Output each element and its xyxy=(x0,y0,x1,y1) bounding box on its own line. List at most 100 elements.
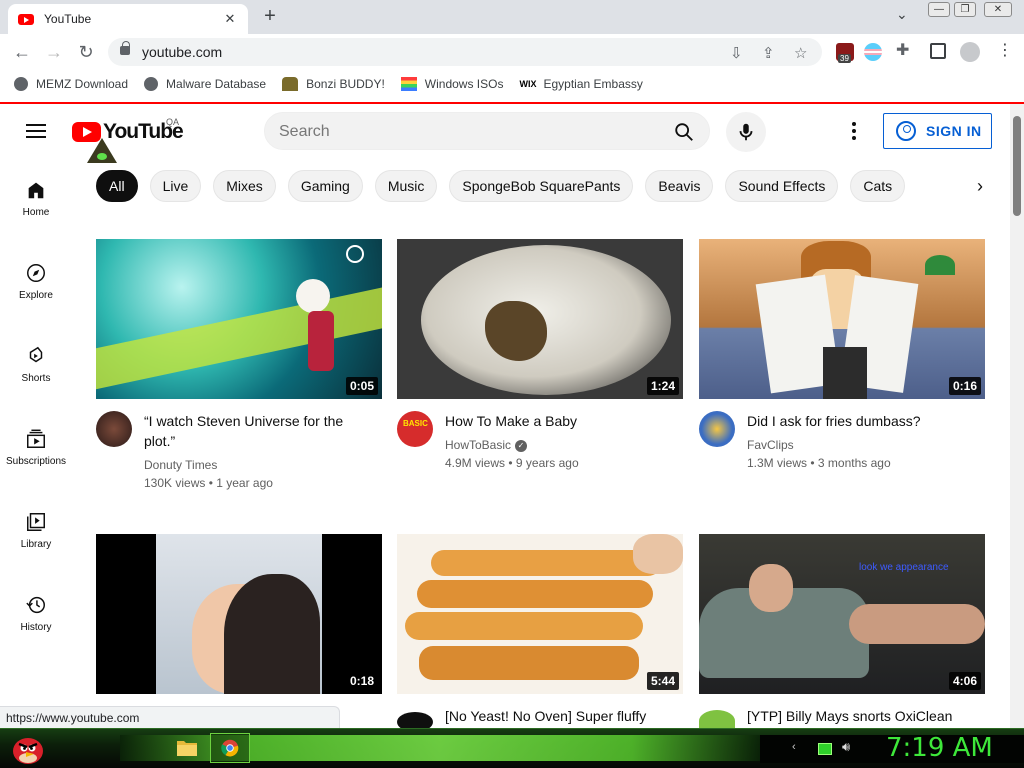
youtube-header: YouTube QA SIGN IN xyxy=(0,104,1010,160)
back-button[interactable]: ← xyxy=(10,40,34,64)
taskbar-clock[interactable]: 7:19 AM xyxy=(886,733,993,763)
video-card[interactable]: look we appearance 4:06 [YTP] Billy Mays… xyxy=(699,534,985,732)
bookmark-label: Bonzi BUDDY! xyxy=(306,77,385,91)
chip-spongebob[interactable]: SpongeBob SquarePants xyxy=(449,170,634,202)
volume-speaker-icon[interactable]: 🔊︎ xyxy=(842,739,856,754)
channel-avatar[interactable]: BASIC xyxy=(397,411,433,447)
sidebar-item-label: Subscriptions xyxy=(5,456,67,467)
video-card[interactable]: 0:05 “I watch Steven Universe for the pl… xyxy=(96,239,382,490)
bookmark-star-icon[interactable]: ☆ xyxy=(794,44,807,62)
sidebar-item-label: Shorts xyxy=(21,373,51,384)
channel-name[interactable]: FavClips xyxy=(747,438,794,452)
video-thumbnail[interactable]: 0:05 xyxy=(96,239,382,399)
chip-sound-effects[interactable]: Sound Effects xyxy=(725,170,839,202)
browser-tab-youtube[interactable]: YouTube ✕ xyxy=(8,4,248,34)
forward-button[interactable]: → xyxy=(42,40,66,64)
angry-bird-start-button-icon[interactable] xyxy=(8,731,46,767)
show-hidden-icons-chevron-icon[interactable]: ‹ xyxy=(792,741,806,753)
url-text[interactable]: youtube.com xyxy=(142,44,222,60)
tab-close-icon[interactable]: ✕ xyxy=(222,11,238,27)
chip-beavis[interactable]: Beavis xyxy=(645,170,714,202)
lock-icon[interactable] xyxy=(120,41,130,55)
sidebar-item-subscriptions[interactable]: Subscriptions xyxy=(0,428,72,502)
search-icon[interactable] xyxy=(673,121,695,143)
video-card[interactable]: 5:44 [No Yeast! No Oven] Super fluffy xyxy=(397,534,683,732)
puzzle-extensions-icon[interactable]: ✚ xyxy=(896,40,914,59)
search-input[interactable] xyxy=(279,121,659,143)
gorilla-icon xyxy=(282,77,299,91)
library-icon xyxy=(27,513,45,531)
video-thumbnail[interactable]: look we appearance 4:06 xyxy=(699,534,985,694)
share-icon[interactable]: ⇪ xyxy=(762,44,775,62)
video-duration: 4:06 xyxy=(948,672,981,690)
bookmark-bonzi-buddy[interactable]: Bonzi BUDDY! xyxy=(282,77,385,91)
video-duration: 5:44 xyxy=(646,672,679,690)
video-title[interactable]: [No Yeast! No Oven] Super fluffy xyxy=(445,706,675,726)
chip-mixes[interactable]: Mixes xyxy=(213,170,276,202)
chip-gaming[interactable]: Gaming xyxy=(287,170,363,202)
sidebar-item-explore[interactable]: Explore xyxy=(0,262,72,336)
sidebar-item-library[interactable]: Library xyxy=(0,511,72,585)
new-tab-button[interactable]: + xyxy=(258,5,282,28)
chip-cats[interactable]: Cats xyxy=(850,170,906,202)
restore-button[interactable]: ❐ xyxy=(954,2,976,17)
sidebar-item-shorts[interactable]: Shorts xyxy=(0,345,72,419)
view-count: 1.3M views xyxy=(747,456,808,470)
chips-next-chevron-icon[interactable]: › xyxy=(966,172,994,200)
sidebar-item-history[interactable]: History xyxy=(0,594,72,668)
bookmark-egyptian-embassy[interactable]: WIX Egyptian Embassy xyxy=(519,77,642,91)
reload-button[interactable]: ↻ xyxy=(74,40,98,64)
video-title[interactable]: “I watch Steven Universe for the plot.” xyxy=(144,411,374,451)
sign-in-button[interactable]: SIGN IN xyxy=(883,113,992,149)
channel-avatar[interactable] xyxy=(699,411,735,447)
video-card[interactable]: 1:24 BASIC How To Make a Baby HowToBasic… xyxy=(397,239,683,470)
network-icon[interactable] xyxy=(818,743,832,755)
view-count: 4.9M views xyxy=(445,456,506,470)
chrome-menu-icon[interactable]: ⋮ xyxy=(996,40,1014,59)
chip-live[interactable]: Live xyxy=(149,170,202,202)
minimize-button[interactable]: — xyxy=(928,2,950,17)
settings-kebab-icon[interactable] xyxy=(852,122,856,143)
compass-icon xyxy=(27,264,45,282)
flag-extension-icon[interactable] xyxy=(864,43,882,61)
page-scrollbar[interactable] xyxy=(1010,104,1024,728)
chip-music[interactable]: Music xyxy=(374,170,438,202)
video-thumbnail[interactable]: 0:18 xyxy=(96,534,382,694)
video-thumbnail[interactable]: 5:44 xyxy=(397,534,683,694)
video-card[interactable]: 0:18 xyxy=(96,534,382,694)
windows-flag-icon xyxy=(400,77,417,91)
close-window-button[interactable]: ✕ xyxy=(984,2,1012,17)
address-bar[interactable]: youtube.com ⇩ ⇪ ☆ xyxy=(108,38,822,66)
video-title[interactable]: How To Make a Baby xyxy=(445,411,675,431)
install-app-icon[interactable]: ⇩ xyxy=(730,44,743,62)
search-box[interactable] xyxy=(264,112,710,150)
scrollbar-thumb[interactable] xyxy=(1013,116,1021,216)
channel-name[interactable]: Donuty Times xyxy=(144,458,217,472)
chrome-taskbar-button[interactable] xyxy=(210,733,250,763)
bookmark-label: MEMZ Download xyxy=(36,77,129,91)
illuminati-eye-icon xyxy=(97,153,107,160)
bookmark-memz[interactable]: MEMZ Download xyxy=(14,77,128,91)
video-thumbnail[interactable]: 0:16 xyxy=(699,239,985,399)
bookmark-malware-database[interactable]: Malware Database xyxy=(144,77,266,91)
bookmark-windows-isos[interactable]: Windows ISOs xyxy=(400,77,503,91)
video-title[interactable]: [YTP] Billy Mays snorts OxiClean xyxy=(747,706,977,726)
tab-search-chevron-icon[interactable]: ⌄ xyxy=(896,6,908,23)
view-count: 130K views xyxy=(144,476,206,490)
video-card[interactable]: 0:16 Did I ask for fries dumbass? FavCli… xyxy=(699,239,985,470)
tab-title: YouTube xyxy=(44,12,92,26)
channel-avatar[interactable] xyxy=(96,411,132,447)
chrome-logo-icon xyxy=(221,739,239,757)
video-duration: 1:24 xyxy=(646,377,679,395)
video-title[interactable]: Did I ask for fries dumbass? xyxy=(747,411,977,431)
hamburger-menu-icon[interactable] xyxy=(26,124,46,142)
chip-all[interactable]: All xyxy=(96,170,138,202)
side-panel-icon[interactable] xyxy=(930,43,946,59)
profile-avatar-icon[interactable] xyxy=(960,42,980,62)
channel-name[interactable]: HowToBasic ✓ xyxy=(445,438,528,452)
voice-search-button[interactable] xyxy=(726,112,766,152)
video-thumbnail[interactable]: 1:24 xyxy=(397,239,683,399)
home-icon xyxy=(28,182,44,199)
sidebar-item-home[interactable]: Home xyxy=(0,179,72,253)
file-explorer-folder-icon[interactable] xyxy=(176,737,198,757)
